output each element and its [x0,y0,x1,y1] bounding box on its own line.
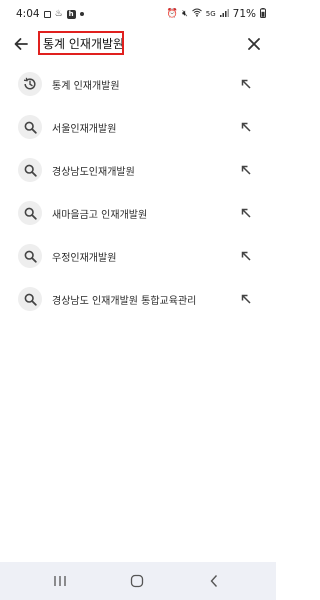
suggestion-text: 경상남도인재개발원 [52,167,135,178]
fill-query-button[interactable] [236,203,256,223]
search-icon [18,287,42,311]
search-icon [18,244,42,268]
suggestion-item[interactable]: 통계 인재개발원 [0,64,276,107]
home-icon [130,574,144,588]
wifi-icon [191,8,202,20]
signal-icon [219,8,229,20]
suggestion-item[interactable]: 새마을금고 인재개발원 [0,193,276,236]
history-icon [18,72,42,96]
status-bar: 4:04 ♨ h ⏰ 🔇︎ 5G 71% [0,0,276,28]
image-notification-icon [43,10,51,18]
fill-query-button[interactable] [236,117,256,137]
back-button[interactable] [9,32,33,56]
arrow-up-left-icon [241,122,251,132]
app-notification-icon: h [66,9,76,19]
chevron-left-icon [210,575,218,587]
navigation-bar [0,562,276,600]
back-nav-button[interactable] [204,572,224,590]
search-query-text: 통계 인재개발원 [43,36,124,51]
close-icon [248,38,260,50]
clear-button[interactable] [242,32,266,56]
suggestion-text: 우정인재개발원 [52,253,117,264]
fill-query-button[interactable] [236,160,256,180]
search-bar: 통계 인재개발원 [0,28,276,60]
arrow-up-left-icon [241,79,251,89]
search-icon [18,201,42,225]
suggestion-text: 경상남도 인재개발원 통합교육관리 [52,296,197,307]
suggestion-text: 새마을금고 인재개발원 [52,210,148,221]
arrow-up-left-icon [241,208,251,218]
battery-icon [260,7,266,21]
network-icon: 5G [205,10,216,18]
more-notifications-icon [79,12,84,16]
recent-apps-button[interactable] [50,572,70,590]
suggestion-item[interactable]: 경상남도인재개발원 [0,150,276,193]
arrow-up-left-icon [241,165,251,175]
flame-notification-icon: ♨ [54,9,63,19]
suggestion-text: 서울인재개발원 [52,124,117,135]
arrow-up-left-icon [241,251,251,261]
fill-query-button[interactable] [236,289,256,309]
recent-apps-icon [54,576,66,586]
arrow-up-left-icon [241,294,251,304]
suggestion-text: 통계 인재개발원 [52,81,120,92]
suggestion-item[interactable]: 경상남도 인재개발원 통합교육관리 [0,279,276,322]
mute-icon: 🔇︎ [182,9,188,19]
status-right: ⏰ 🔇︎ 5G 71% [166,7,266,21]
arrow-back-icon [14,38,28,50]
fill-query-button[interactable] [236,246,256,266]
suggestion-item[interactable]: 서울인재개발원 [0,107,276,150]
search-input[interactable]: 통계 인재개발원 [38,31,124,55]
search-icon [18,115,42,139]
home-button[interactable] [127,572,147,590]
status-time: 4:04 [16,8,40,20]
suggestion-list: 통계 인재개발원 서울인재개발원 경상남도인재개발원 새마을금고 인재개발원 우… [0,64,276,322]
suggestion-item[interactable]: 우정인재개발원 [0,236,276,279]
search-icon [18,158,42,182]
battery-level: 71% [232,8,256,20]
fill-query-button[interactable] [236,74,256,94]
alarm-icon: ⏰ [166,9,179,19]
status-left: 4:04 ♨ h [16,8,84,20]
